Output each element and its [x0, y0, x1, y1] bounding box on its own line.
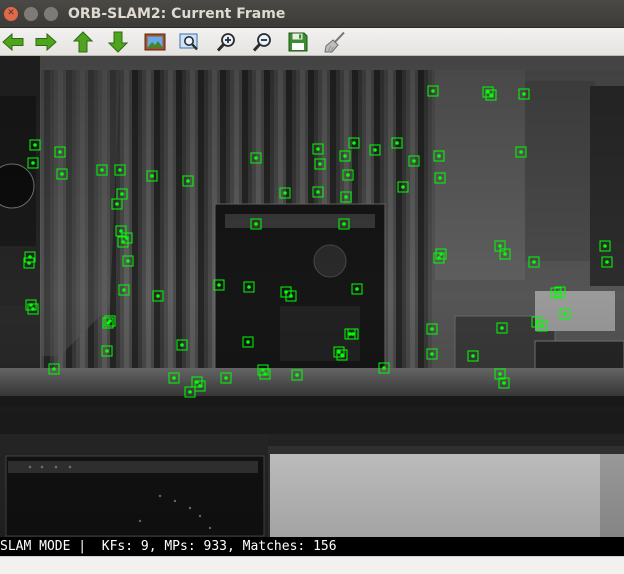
forward-button[interactable] [33, 30, 59, 54]
window-titlebar[interactable]: ✕ ORB-SLAM2: Current Frame [0, 0, 624, 28]
camera-frame-view[interactable] [0, 56, 624, 537]
zoom-to-rect-button[interactable] [177, 30, 203, 54]
feature-marker [369, 144, 381, 156]
down-button[interactable] [105, 30, 131, 54]
feature-marker [243, 281, 255, 293]
zoom-out-icon [252, 33, 271, 52]
feature-marker [29, 139, 41, 151]
zoom-out-button[interactable] [250, 30, 276, 54]
close-icon: ✕ [7, 8, 15, 18]
feature-marker [279, 187, 291, 199]
save-icon [288, 32, 308, 52]
arrow-right-icon [35, 32, 57, 52]
feature-marker [427, 85, 439, 97]
broom-icon [324, 31, 345, 53]
feature-marker [433, 150, 445, 162]
feature-marker [118, 284, 130, 296]
feature-marker [339, 150, 351, 162]
feature-marker [515, 146, 527, 158]
feature-marker [338, 218, 350, 230]
feature-marker [434, 172, 446, 184]
feature-marker [182, 175, 194, 187]
feature-marker [250, 152, 262, 164]
edit-image-button[interactable] [142, 30, 168, 54]
arrow-up-icon [73, 31, 93, 53]
feature-marker [397, 181, 409, 193]
feature-marker [391, 137, 403, 149]
feature-marker [496, 322, 508, 334]
window-title: ORB-SLAM2: Current Frame [68, 5, 286, 22]
slam-status-text: SLAM MODE | KFs: 9, MPs: 933, Matches: 1… [0, 537, 624, 556]
feature-marker [528, 256, 540, 268]
feature-marker [559, 308, 571, 320]
feature-marker [54, 146, 66, 158]
feature-marker [56, 168, 68, 180]
save-button[interactable] [285, 30, 311, 54]
feature-marker [146, 170, 158, 182]
feature-marker [599, 240, 611, 252]
feature-marker [314, 158, 326, 170]
back-button[interactable] [0, 30, 26, 54]
feature-marker [176, 339, 188, 351]
feature-marker [250, 218, 262, 230]
window-maximize-button[interactable] [44, 6, 58, 21]
clear-button[interactable] [322, 30, 348, 54]
feature-marker [518, 88, 530, 100]
feature-marker [184, 386, 196, 398]
feature-marker [348, 137, 360, 149]
feature-marker [152, 290, 164, 302]
feature-marker [111, 198, 123, 210]
feature-marker [291, 369, 303, 381]
feature-marker [96, 164, 108, 176]
zoom-in-button[interactable] [214, 30, 240, 54]
window-bottom-bar [0, 556, 624, 574]
arrow-down-icon [108, 31, 128, 53]
feature-marker [426, 323, 438, 335]
feature-marker [101, 345, 113, 357]
feature-marker [342, 169, 354, 181]
feature-marker [467, 350, 479, 362]
zoom-rect-icon [179, 33, 198, 51]
feature-marker [168, 372, 180, 384]
feature-marker [114, 164, 126, 176]
feature-marker [242, 336, 254, 348]
orb-feature-overlay [23, 85, 613, 398]
feature-marker [408, 155, 420, 167]
feature-marker [220, 372, 232, 384]
arrow-left-icon [2, 32, 24, 52]
feature-marker [115, 225, 127, 237]
toolbar [0, 28, 624, 56]
feature-marker [312, 186, 324, 198]
feature-marker [122, 255, 134, 267]
feature-marker [213, 279, 225, 291]
feature-marker [378, 362, 390, 374]
feature-marker [340, 191, 352, 203]
zoom-in-icon [216, 33, 235, 52]
up-button[interactable] [70, 30, 96, 54]
window-close-button[interactable]: ✕ [4, 6, 18, 21]
window-minimize-button[interactable] [24, 6, 38, 21]
feature-marker [426, 348, 438, 360]
feature-marker [48, 363, 60, 375]
feature-marker [116, 188, 128, 200]
image-edit-icon [144, 33, 166, 51]
feature-marker [27, 157, 39, 169]
feature-marker [601, 256, 613, 268]
feature-marker [312, 143, 324, 155]
feature-marker [351, 283, 363, 295]
